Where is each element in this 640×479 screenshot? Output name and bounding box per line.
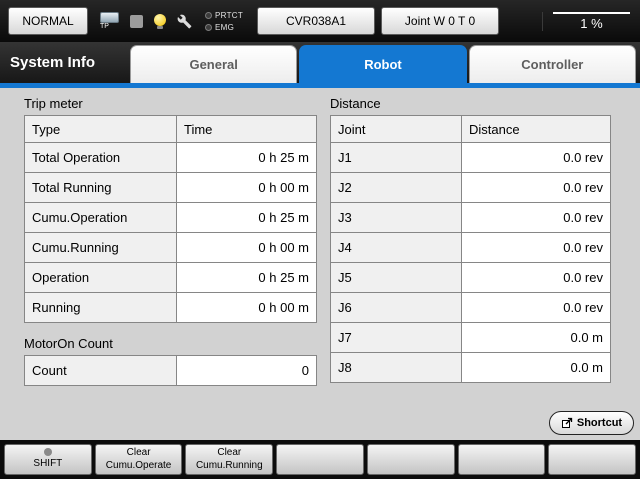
emg-label: EMG: [215, 23, 234, 32]
row-value: 0.0 rev: [462, 143, 611, 173]
table-row: J2 0.0 rev: [331, 173, 611, 203]
function-key-empty-5[interactable]: [367, 444, 455, 475]
row-value: 0.0 rev: [462, 203, 611, 233]
tab-general[interactable]: General: [130, 45, 297, 83]
tp-screen-icon: [100, 12, 119, 23]
row-label: J2: [331, 173, 462, 203]
row-label: Cumu.Operation: [25, 203, 177, 233]
row-label: J5: [331, 263, 462, 293]
table-row: J4 0.0 rev: [331, 233, 611, 263]
trip-meter-title: Trip meter: [24, 96, 83, 111]
tab-bar: System Info General Robot Controller: [0, 42, 640, 88]
prtct-led-icon: [205, 12, 212, 19]
row-value: 0 h 00 m: [177, 293, 317, 323]
prtct-label: PRTCT: [215, 11, 243, 20]
row-label: J3: [331, 203, 462, 233]
row-value: 0.0 rev: [462, 293, 611, 323]
emg-indicator: EMG: [205, 23, 243, 32]
row-label: J1: [331, 143, 462, 173]
stop-square-icon: [130, 15, 143, 28]
row-label: Operation: [25, 263, 177, 293]
shift-label: SHIFT: [33, 458, 62, 471]
table-header-row: Type Time: [25, 116, 317, 143]
row-label: J6: [331, 293, 462, 323]
shortcut-button[interactable]: Shortcut: [549, 411, 634, 435]
shortcut-icon: [561, 417, 573, 429]
row-value: 0.0 rev: [462, 233, 611, 263]
row-label: J7: [331, 323, 462, 353]
shortcut-label: Shortcut: [577, 417, 622, 429]
row-label: Total Running: [25, 173, 177, 203]
table-row: J7 0.0 m: [331, 323, 611, 353]
lamp-base-icon: [157, 26, 163, 29]
row-value: 0.0 m: [462, 353, 611, 383]
top-status-bar: NORMAL TP PRTCT EMG CVR038A1 Joint W 0 T…: [0, 0, 640, 42]
table-row: Total Operation 0 h 25 m: [25, 143, 317, 173]
tp-pendant-icon: TP: [100, 12, 119, 31]
tab-controller[interactable]: Controller: [469, 45, 636, 83]
row-value: 0 h 25 m: [177, 203, 317, 233]
row-value: 0 h 00 m: [177, 173, 317, 203]
function-key-bar: SHIFT Clear Cumu.Operate Clear Cumu.Runn…: [0, 440, 640, 479]
row-value: 0.0 m: [462, 323, 611, 353]
column-header-joint: Joint: [331, 116, 462, 143]
trip-meter-table: Type Time Total Operation 0 h 25 m Total…: [24, 115, 317, 323]
tabs: General Robot Controller: [130, 45, 638, 83]
page-title: System Info: [10, 42, 95, 83]
lamp-icon: [154, 14, 166, 29]
speed-value: 1 %: [553, 14, 630, 31]
joint-coord-button[interactable]: Joint W 0 T 0: [381, 7, 499, 35]
row-value: 0: [177, 356, 317, 386]
distance-table: Joint Distance J1 0.0 rev J2 0.0 rev J3 …: [330, 115, 611, 383]
protect-emg-indicators: PRTCT EMG: [205, 11, 243, 32]
tab-robot[interactable]: Robot: [299, 45, 466, 83]
row-value: 0 h 25 m: [177, 143, 317, 173]
clear-cumu-operate-button[interactable]: Clear Cumu.Operate: [95, 444, 183, 475]
row-label: Count: [25, 356, 177, 386]
tp-label: TP: [100, 23, 109, 31]
tab-accent-strip: [0, 83, 640, 88]
prtct-indicator: PRTCT: [205, 11, 243, 20]
function-key-empty-7[interactable]: [548, 444, 636, 475]
table-row: Running 0 h 00 m: [25, 293, 317, 323]
column-header-distance: Distance: [462, 116, 611, 143]
shift-button[interactable]: SHIFT: [4, 444, 92, 475]
row-label: Cumu.Running: [25, 233, 177, 263]
mode-button[interactable]: NORMAL: [8, 7, 88, 35]
column-header-time: Time: [177, 116, 317, 143]
table-row: J1 0.0 rev: [331, 143, 611, 173]
table-row: J6 0.0 rev: [331, 293, 611, 323]
speed-indicator: 1 %: [542, 12, 630, 31]
table-row: Cumu.Running 0 h 00 m: [25, 233, 317, 263]
row-label: J4: [331, 233, 462, 263]
row-value: 0.0 rev: [462, 173, 611, 203]
wrench-icon: [177, 14, 192, 29]
program-button[interactable]: CVR038A1: [257, 7, 375, 35]
row-label: Total Operation: [25, 143, 177, 173]
table-row: Cumu.Operation 0 h 25 m: [25, 203, 317, 233]
shift-led-icon: [44, 448, 52, 456]
distance-title: Distance: [330, 96, 381, 111]
lamp-glass-icon: [154, 14, 166, 26]
clear-cumu-running-button[interactable]: Clear Cumu.Running: [185, 444, 273, 475]
table-row: Operation 0 h 25 m: [25, 263, 317, 293]
table-row: Count 0: [25, 356, 317, 386]
function-key-empty-4[interactable]: [276, 444, 364, 475]
row-label: Running: [25, 293, 177, 323]
motoron-count-table: Count 0: [24, 355, 317, 386]
row-label: J8: [331, 353, 462, 383]
column-header-type: Type: [25, 116, 177, 143]
emg-led-icon: [205, 24, 212, 31]
table-row: J3 0.0 rev: [331, 203, 611, 233]
table-row: J5 0.0 rev: [331, 263, 611, 293]
row-value: 0 h 25 m: [177, 263, 317, 293]
table-row: Total Running 0 h 00 m: [25, 173, 317, 203]
table-row: J8 0.0 m: [331, 353, 611, 383]
row-value: 0.0 rev: [462, 263, 611, 293]
status-icon-cluster: TP PRTCT EMG: [100, 11, 243, 32]
function-key-empty-6[interactable]: [458, 444, 546, 475]
row-value: 0 h 00 m: [177, 233, 317, 263]
motoron-count-title: MotorOn Count: [24, 336, 113, 351]
table-header-row: Joint Distance: [331, 116, 611, 143]
